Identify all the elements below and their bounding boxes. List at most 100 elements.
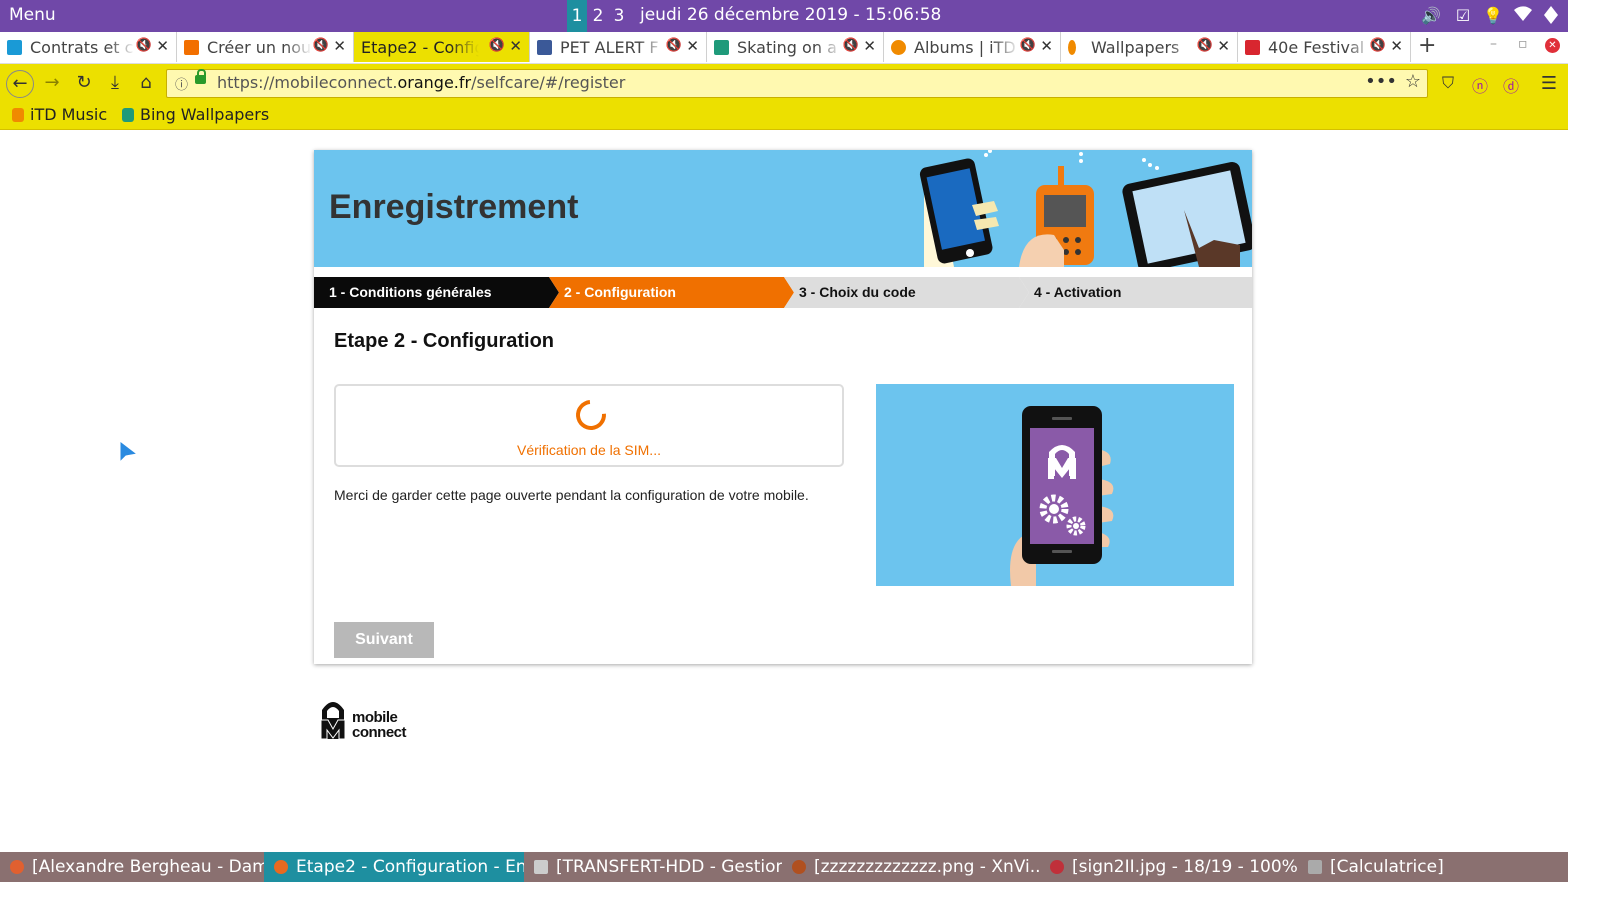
banner-title: Enregistrement (329, 188, 579, 226)
tab-wallpapers[interactable]: Wallpapers 🔇 ✕ (1061, 32, 1238, 62)
step-heading: Etape 2 - Configuration (334, 330, 554, 352)
bookmark-star-icon[interactable]: ☆ (1405, 71, 1421, 92)
bookmark-bing-wallpapers[interactable]: Bing Wallpapers (122, 105, 269, 124)
phone-config-illustration (876, 384, 1234, 586)
nav-toolbar: ← → ↻ ⤓ ⌂ ⓘ https://mobileconnect.orange… (0, 64, 1568, 102)
tab-favicon-icon (714, 40, 729, 55)
banner: Enregistrement (314, 150, 1252, 267)
tab-title: Wallpapers (1091, 38, 1180, 57)
phone-gears-icon (1010, 406, 1114, 586)
clock: jeudi 26 décembre 2019 - 15:06:58 (640, 5, 942, 25)
close-icon[interactable]: ✕ (1390, 37, 1403, 55)
tab-favicon-icon (537, 40, 552, 55)
mute-icon[interactable]: 🔇 (313, 38, 329, 53)
library-icon[interactable]: ⛉ (1437, 73, 1459, 95)
help-text: Merci de garder cette page ouverte penda… (334, 487, 809, 503)
home-icon[interactable]: ⌂ (134, 71, 158, 95)
url-text[interactable]: https://mobileconnect.orange.fr/selfcare… (217, 73, 625, 92)
mute-icon[interactable]: 🔇 (1020, 38, 1036, 53)
close-icon[interactable]: ✕ (863, 37, 876, 55)
bulb-icon[interactable]: 💡 (1482, 6, 1504, 26)
back-arrow-icon[interactable]: ← (6, 70, 34, 98)
tab-favicon-icon (1245, 40, 1260, 55)
task-transfert-hdd[interactable]: [TRANSFERT-HDD - Gestion... (524, 852, 782, 882)
reload-icon[interactable]: ↻ (72, 71, 96, 95)
tab-title: Contrats et c (30, 38, 134, 57)
xnview-icon (792, 860, 806, 874)
extension-d-icon[interactable]: ⓓ (1500, 73, 1522, 96)
close-icon[interactable]: ✕ (686, 37, 699, 55)
tab-etape2[interactable]: Etape2 - Config 🔇 ✕ (354, 32, 530, 62)
bookmark-favicon-icon (122, 108, 134, 122)
mobile-connect-logo: mobile connect (318, 698, 407, 744)
step-1: 1 - Conditions générales (314, 277, 559, 308)
mobile-connect-lock-icon (320, 702, 346, 740)
mute-icon[interactable]: 🔇 (666, 38, 682, 53)
task-xnview[interactable]: [zzzzzzzzzzzzz.png - XnVi... (782, 852, 1040, 882)
tab-creer[interactable]: Créer un nou 🔇 ✕ (177, 32, 354, 62)
mute-icon[interactable]: 🔇 (1197, 38, 1213, 53)
steps-progress: 1 - Conditions générales 2 - Configurati… (314, 277, 1252, 308)
taskbar: [Alexandre Bergheau - Dam... Etape2 - Co… (0, 852, 1568, 882)
battery-icon[interactable] (1540, 6, 1562, 26)
minimize-icon[interactable]: – (1490, 36, 1497, 52)
extension-n-icon[interactable]: ⓝ (1469, 73, 1491, 96)
next-button[interactable]: Suivant (334, 622, 434, 658)
tab-title: 40e Festival (1268, 38, 1365, 57)
page-actions-icon[interactable]: ••• (1365, 71, 1397, 92)
info-icon[interactable]: ⓘ (175, 74, 188, 93)
tab-albums[interactable]: Albums | iTD 🔇 ✕ (884, 32, 1061, 62)
tab-favicon-icon (184, 40, 199, 55)
close-icon[interactable]: ✕ (1217, 37, 1230, 55)
close-icon[interactable]: ✕ (509, 37, 522, 55)
top-panel: Menu 1 2 3 jeudi 26 décembre 2019 - 15:0… (0, 0, 1568, 32)
workspace-2[interactable]: 2 (588, 0, 608, 32)
tab-festival[interactable]: 40e Festival 🔇 ✕ (1238, 32, 1411, 62)
devices-illustration-icon (919, 150, 1252, 267)
viewer-icon (1050, 860, 1064, 874)
window-close-icon[interactable]: ✕ (1545, 38, 1560, 53)
url-bar[interactable]: ⓘ https://mobileconnect.orange.fr/selfca… (166, 69, 1428, 98)
registration-card: Enregistrement 1 - Conditions générales … (314, 150, 1252, 664)
tab-contrats[interactable]: Contrats et c 🔇 ✕ (0, 32, 177, 62)
sim-status-box: Vérification de la SIM... (334, 384, 844, 467)
bookmark-favicon-icon (12, 108, 24, 122)
hamburger-menu-icon[interactable]: ☰ (1538, 73, 1560, 95)
maximize-icon[interactable]: ▫ (1518, 36, 1528, 52)
menu-button[interactable]: Menu (9, 5, 56, 25)
tasks-icon[interactable]: ☑ (1452, 6, 1474, 26)
step-4: 4 - Activation (1019, 277, 1252, 308)
lock-icon[interactable] (195, 69, 206, 84)
mute-icon[interactable]: 🔇 (843, 38, 859, 53)
mute-icon[interactable]: 🔇 (1370, 38, 1386, 53)
sim-status-text: Vérification de la SIM... (517, 442, 661, 458)
mute-icon[interactable]: 🔇 (136, 38, 152, 53)
step-2: 2 - Configuration (549, 277, 794, 308)
close-icon[interactable]: ✕ (333, 37, 346, 55)
workspace-3[interactable]: 3 (609, 0, 629, 32)
mute-icon[interactable]: 🔇 (489, 38, 505, 53)
tab-pet-alert[interactable]: PET ALERT F 🔇 ✕ (530, 32, 707, 62)
close-icon[interactable]: ✕ (156, 37, 169, 55)
loading-spinner-icon (569, 393, 613, 437)
volume-icon[interactable]: 🔊 (1420, 6, 1442, 26)
download-icon[interactable]: ⤓ (103, 71, 127, 95)
task-sign-viewer[interactable]: [sign2II.jpg - 18/19 - 100%] (1040, 852, 1298, 882)
firefox-icon (274, 860, 288, 874)
close-icon[interactable]: ✕ (1040, 37, 1053, 55)
calculator-icon (1308, 860, 1322, 874)
tab-title: Skating on a (737, 38, 837, 57)
new-tab-icon[interactable]: + (1418, 33, 1436, 58)
workspace-1[interactable]: 1 (567, 0, 587, 32)
bookmarks-bar: iTD Music Bing Wallpapers (0, 102, 1568, 130)
bookmark-itd-music[interactable]: iTD Music (12, 105, 107, 124)
task-calculatrice[interactable]: [Calculatrice] (1298, 852, 1568, 882)
file-manager-icon (534, 860, 548, 874)
task-alexandre-bergheau[interactable]: [Alexandre Bergheau - Dam... (0, 852, 264, 882)
task-firefox-etape2[interactable]: Etape2 - Configuration - Enr... (264, 852, 524, 882)
tab-skating[interactable]: Skating on a 🔇 ✕ (707, 32, 884, 62)
tab-favicon-icon (1068, 40, 1076, 55)
forward-arrow-icon[interactable]: → (40, 71, 64, 95)
tab-title: Créer un nou (207, 38, 312, 57)
wifi-icon[interactable] (1512, 6, 1534, 26)
